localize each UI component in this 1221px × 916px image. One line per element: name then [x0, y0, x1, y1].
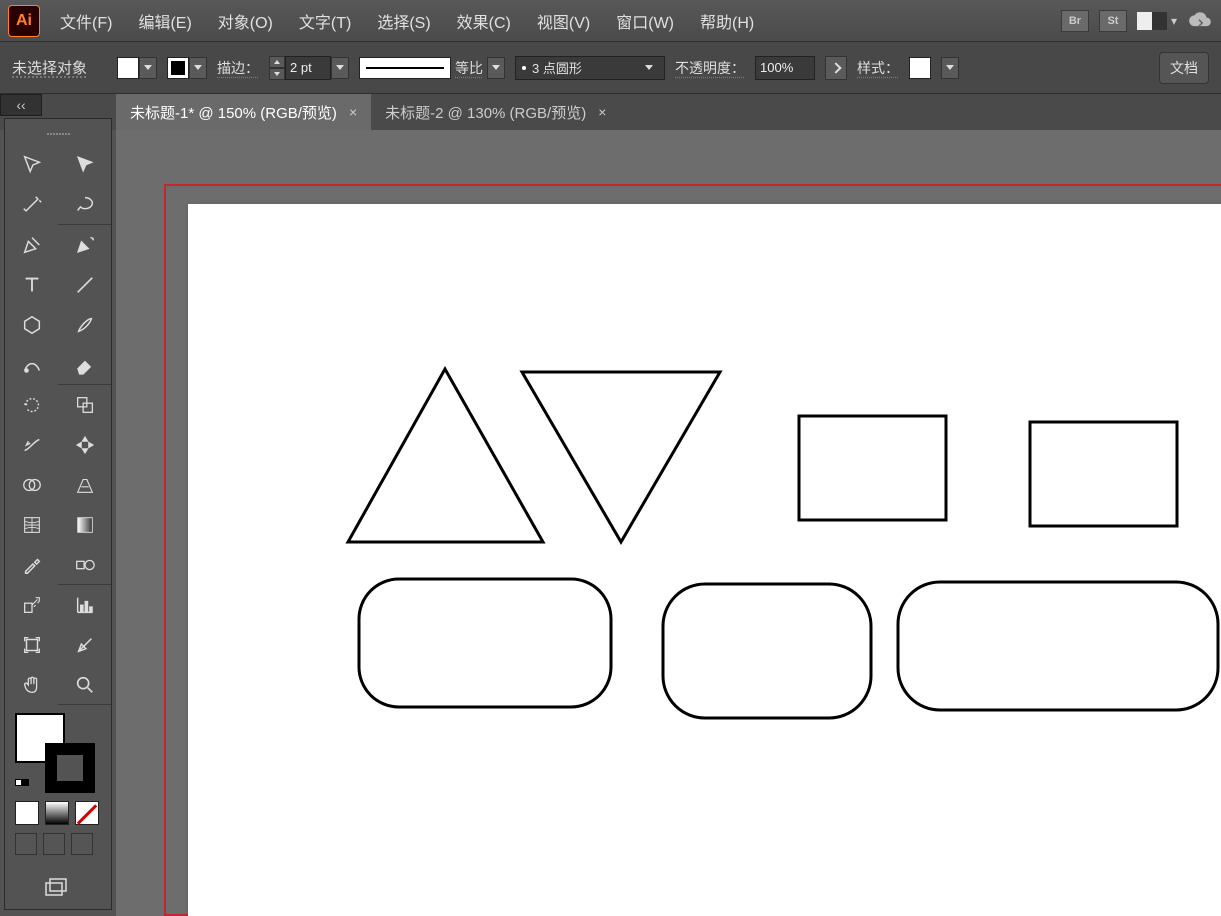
artwork	[188, 204, 1221, 916]
fill-stroke-panel	[5, 705, 111, 863]
arrange-docs-icon[interactable]	[1137, 12, 1167, 30]
stroke-color[interactable]	[45, 743, 95, 793]
menu-view[interactable]: 视图(V)	[531, 5, 596, 37]
color-mode-gradient[interactable]	[45, 801, 69, 825]
toolbox-grip[interactable]	[5, 129, 111, 139]
color-mode-solid[interactable]	[15, 801, 39, 825]
opacity-label: 不透明度：	[675, 58, 745, 78]
fill-swatch[interactable]	[117, 57, 139, 79]
sync-icon[interactable]	[1187, 10, 1213, 32]
blend-tool[interactable]	[58, 545, 111, 585]
rounded-rect-3[interactable]	[898, 582, 1218, 710]
magic-wand-tool[interactable]	[5, 185, 58, 225]
selection-status: 未选择对象	[12, 57, 87, 78]
graph-tool[interactable]	[58, 585, 111, 625]
stroke-swatch[interactable]	[167, 57, 189, 79]
stroke-weight-up[interactable]	[269, 56, 285, 68]
pen-tool[interactable]	[5, 225, 58, 265]
shape-builder-tool[interactable]	[5, 465, 58, 505]
fill-dropdown[interactable]	[139, 57, 157, 79]
menu-effect[interactable]: 效果(C)	[451, 5, 517, 37]
document-tabs: 未标题-1* @ 150% (RGB/预览) × 未标题-2 @ 130% (R…	[0, 94, 1221, 130]
rounded-rect-2[interactable]	[663, 584, 871, 718]
shape-tool[interactable]	[5, 305, 58, 345]
eyedropper-tool[interactable]	[5, 545, 58, 585]
canvas-workspace[interactable]	[116, 130, 1221, 916]
color-mode-none[interactable]	[75, 801, 99, 825]
curvature-tool[interactable]	[58, 225, 111, 265]
brush-dropdown[interactable]: 3 点圆形	[515, 56, 665, 80]
document-setup-button[interactable]: 文档	[1159, 52, 1209, 84]
mesh-tool[interactable]	[5, 505, 58, 545]
artboard-tool[interactable]	[5, 625, 58, 665]
type-tool[interactable]	[5, 265, 58, 305]
opacity-field[interactable]: 100%	[755, 56, 815, 80]
tab-label: 未标题-1* @ 150% (RGB/预览)	[130, 102, 337, 123]
rect-1[interactable]	[799, 416, 946, 520]
free-transform-tool[interactable]	[58, 425, 111, 465]
artboard[interactable]	[188, 204, 1221, 916]
triangle-up[interactable]	[348, 369, 543, 542]
style-dropdown[interactable]	[941, 57, 959, 79]
menu-object[interactable]: 对象(O)	[212, 5, 279, 37]
stroke-weight-down[interactable]	[269, 68, 285, 80]
menu-help[interactable]: 帮助(H)	[694, 5, 760, 37]
zoom-tool[interactable]	[58, 665, 111, 705]
tab-doc-1[interactable]: 未标题-1* @ 150% (RGB/预览) ×	[116, 94, 371, 130]
width-tool[interactable]	[5, 425, 58, 465]
draw-normal[interactable]	[15, 833, 37, 855]
stroke-dropdown[interactable]	[189, 57, 207, 79]
rounded-rect-1[interactable]	[359, 579, 611, 707]
stroke-label: 描边：	[217, 58, 259, 78]
menu-type[interactable]: 文字(T)	[293, 5, 357, 37]
stroke-weight-stepper[interactable]: 2 pt	[269, 56, 349, 80]
direct-selection-tool[interactable]	[58, 145, 111, 185]
symbol-sprayer-tool[interactable]	[5, 585, 58, 625]
paintbrush-tool[interactable]	[58, 305, 111, 345]
style-swatch[interactable]	[909, 57, 931, 79]
default-colors-icon[interactable]	[15, 779, 29, 793]
close-icon[interactable]: ×	[598, 104, 606, 120]
close-icon[interactable]: ×	[349, 104, 357, 120]
eraser-tool[interactable]	[58, 345, 111, 385]
bridge-icon[interactable]: Br	[1061, 10, 1089, 32]
menubar: Ai 文件(F) 编辑(E) 对象(O) 文字(T) 选择(S) 效果(C) 视…	[0, 0, 1221, 42]
control-bar: 未选择对象 描边： 2 pt 等比 3 点圆形 不透明度： 100% 样式： 文…	[0, 42, 1221, 94]
draw-behind[interactable]	[43, 833, 65, 855]
screen-mode-button[interactable]	[5, 863, 111, 909]
menu-edit[interactable]: 编辑(E)	[132, 5, 197, 37]
draw-inside[interactable]	[71, 833, 93, 855]
hand-tool[interactable]	[5, 665, 58, 705]
app-logo: Ai	[8, 5, 40, 37]
tab-label: 未标题-2 @ 130% (RGB/预览)	[385, 102, 586, 123]
tab-doc-2[interactable]: 未标题-2 @ 130% (RGB/预览) ×	[371, 94, 620, 130]
rotate-tool[interactable]	[5, 385, 58, 425]
perspective-tool[interactable]	[58, 465, 111, 505]
arrange-docs-dropdown[interactable]: ▾	[1171, 14, 1177, 28]
opacity-dropdown[interactable]	[825, 56, 847, 80]
stock-icon[interactable]: St	[1099, 10, 1127, 32]
triangle-down[interactable]	[522, 372, 720, 542]
stroke-weight-dropdown[interactable]	[331, 57, 349, 79]
menu-window[interactable]: 窗口(W)	[610, 5, 680, 37]
brush-value: 3 点圆形	[532, 58, 582, 77]
toolbox-collapse[interactable]: ‹‹	[0, 94, 42, 116]
stroke-profile-dropdown[interactable]	[487, 57, 505, 79]
rect-2[interactable]	[1030, 422, 1177, 526]
scale-tool[interactable]	[58, 385, 111, 425]
menu-select[interactable]: 选择(S)	[371, 5, 436, 37]
shaper-tool[interactable]	[5, 345, 58, 385]
menu-file[interactable]: 文件(F)	[54, 5, 118, 37]
stroke-profile-preview[interactable]	[359, 57, 451, 79]
line-tool[interactable]	[58, 265, 111, 305]
slice-tool[interactable]	[58, 625, 111, 665]
gradient-tool[interactable]	[58, 505, 111, 545]
stroke-profile-label: 等比	[455, 58, 483, 78]
style-label: 样式：	[857, 58, 899, 78]
lasso-tool[interactable]	[58, 185, 111, 225]
stroke-weight-field[interactable]: 2 pt	[285, 56, 331, 80]
toolbox	[4, 118, 112, 910]
selection-tool[interactable]	[5, 145, 58, 185]
